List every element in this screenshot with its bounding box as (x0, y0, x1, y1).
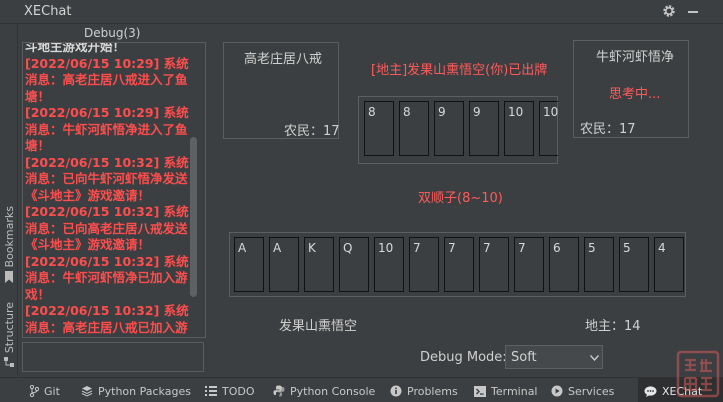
log-message: [2022/06/15 10:32] 系统消息：高老庄居八戒已加入游戏！ (25, 303, 189, 337)
git-branch-icon (29, 385, 39, 397)
log-message: [2022/06/15 10:29] 系统消息：高老庄居八戒进入了鱼塘！ (25, 55, 189, 104)
tab-todo-label: TODO (222, 384, 255, 398)
bookmarks-tab-label: Bookmarks (2, 206, 16, 268)
tab-python-packages-label: Python Packages (98, 384, 191, 398)
played-card: 9 (434, 101, 464, 156)
message-log-content: 斗地主游戏开始！ [2022/06/15 10:29] 系统消息：高老庄居八戒进… (25, 42, 193, 337)
played-card: 9 (469, 101, 499, 156)
right-player-role: 农民：17 (580, 122, 636, 137)
right-player-status: 思考中... (609, 87, 661, 102)
hand-card[interactable]: 7 (409, 237, 439, 292)
hand-card[interactable]: 10 (374, 237, 404, 292)
hand-card[interactable]: 6 (549, 237, 579, 292)
right-player-name: 牛虾河虾悟净 (596, 50, 675, 65)
my-player-name: 发果山熏悟空 (279, 319, 358, 334)
hand-card[interactable]: 4 (654, 237, 684, 292)
chat-bubble-icon (644, 385, 657, 397)
terminal-icon (474, 385, 486, 397)
tab-git-label: Git (44, 384, 60, 398)
debug-title: Debug(3) (84, 26, 141, 40)
window-title: XEChat (24, 4, 72, 19)
bookmarks-tab[interactable]: Bookmarks (0, 206, 18, 284)
log-message: [2022/06/15 10:32] 系统消息：已向牛虾河虾悟净发送《斗地主》游… (25, 154, 189, 203)
chevron-down-icon (590, 355, 599, 361)
hand-card[interactable]: 7 (444, 237, 474, 292)
hand-card[interactable]: Q (339, 237, 369, 292)
hand-card[interactable]: A (234, 237, 264, 292)
left-player-name: 高老庄居八戒 (244, 52, 323, 67)
hand-card[interactable]: 5 (584, 237, 614, 292)
tab-todo[interactable]: TODO (205, 383, 255, 399)
hand-card[interactable]: 5 (619, 237, 649, 292)
tab-problems[interactable]: Problems (390, 383, 458, 399)
bookmark-icon (5, 271, 13, 284)
tab-services-label: Services (568, 384, 615, 398)
debug-mode-value: Soft (511, 350, 537, 365)
list-icon (205, 386, 217, 396)
tab-terminal-label: Terminal (491, 384, 538, 398)
my-player-role: 地主：14 (585, 319, 641, 334)
played-card: 10 (539, 101, 558, 156)
tab-git[interactable]: Git (29, 383, 60, 399)
debug-mode-label: Debug Mode: (420, 350, 507, 365)
tab-problems-label: Problems (407, 384, 458, 398)
structure-tab-label: Structure (2, 302, 16, 354)
log-scrollbar[interactable] (190, 137, 197, 297)
log-message: [2022/06/15 10:32] 系统消息：牛虾河虾悟净已加入游戏！ (25, 253, 189, 302)
debug-mode-select[interactable]: Soft (505, 345, 603, 369)
services-icon (551, 385, 563, 397)
bottom-tool-bar: Git Python Packages TODO Python Console … (0, 377, 723, 402)
log-message: [2022/06/15 10:32] 系统消息：已向高老庄居八戒发送《斗地主》游… (25, 204, 189, 252)
hand-card[interactable]: A (269, 237, 299, 292)
tab-terminal[interactable]: Terminal (474, 383, 538, 399)
structure-tab[interactable]: Structure (0, 302, 18, 368)
hand-card[interactable]: 7 (514, 237, 544, 292)
python-icon (273, 385, 285, 397)
tab-python-packages[interactable]: Python Packages (81, 383, 191, 399)
played-card: 8 (364, 101, 394, 156)
tab-python-console-label: Python Console (290, 384, 376, 398)
play-announcement: [地主]发果山熏悟空(你)已出牌 (371, 63, 548, 78)
log-first-line: 斗地主游戏开始！ (25, 42, 126, 54)
chat-input[interactable] (22, 342, 204, 372)
left-player-role: 农民：17 (284, 124, 340, 139)
structure-icon (4, 357, 14, 368)
tab-services[interactable]: Services (551, 383, 614, 399)
hand-card[interactable]: 7 (479, 237, 509, 292)
played-card: 8 (399, 101, 429, 156)
layers-icon (81, 386, 93, 397)
log-message: [2022/06/15 10:29] 系统消息：牛虾河虾悟净进入了鱼塘！ (25, 105, 189, 153)
message-log[interactable]: 斗地主游戏开始！ [2022/06/15 10:29] 系统消息：高老庄居八戒进… (22, 42, 206, 338)
seal-watermark (676, 350, 720, 398)
left-tool-strip: Bookmarks Structure (0, 24, 18, 378)
tab-python-console[interactable]: Python Console (273, 383, 375, 399)
title-bar: XEChat (0, 0, 723, 24)
hand-card[interactable]: K (304, 237, 334, 292)
gear-icon[interactable] (662, 4, 676, 18)
minimize-icon[interactable] (688, 11, 698, 13)
combo-label: 双顺子(8~10) (418, 191, 503, 206)
info-icon (390, 385, 402, 397)
played-card: 10 (504, 101, 534, 156)
